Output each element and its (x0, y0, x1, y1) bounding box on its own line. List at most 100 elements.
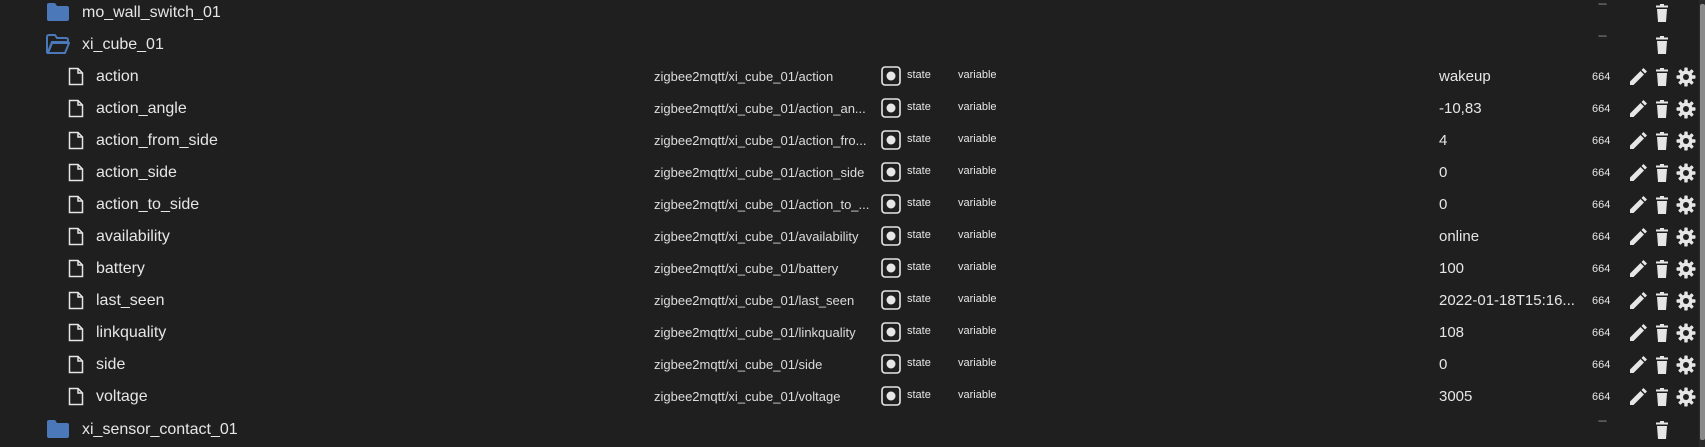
state-value[interactable]: online (1439, 228, 1579, 245)
state-row[interactable]: linkquality zigbee2mqtt/xi_cube_01/linkq… (0, 316, 1705, 348)
edit-icon[interactable] (1628, 387, 1648, 407)
gear-icon[interactable] (1676, 195, 1696, 215)
state-value[interactable]: 3005 (1439, 388, 1579, 405)
state-row[interactable]: action_angle zigbee2mqtt/xi_cube_01/acti… (0, 92, 1705, 124)
file-icon (68, 163, 84, 182)
gear-icon[interactable] (1676, 67, 1696, 87)
acl-text: --- (1598, 30, 1607, 42)
gear-icon[interactable] (1676, 99, 1696, 119)
state-type-label: state (907, 165, 931, 177)
state-value[interactable]: 0 (1439, 164, 1579, 181)
state-row[interactable]: last_seen zigbee2mqtt/xi_cube_01/last_se… (0, 284, 1705, 316)
state-row[interactable]: voltage zigbee2mqtt/xi_cube_01/voltage s… (0, 380, 1705, 412)
state-type-icon (881, 290, 901, 310)
folder-row-open[interactable]: xi_cube_01 --- (0, 28, 1705, 60)
state-id: zigbee2mqtt/xi_cube_01/voltage (654, 389, 841, 404)
state-name: voltage (96, 388, 148, 405)
state-row[interactable]: action_to_side zigbee2mqtt/xi_cube_01/ac… (0, 188, 1705, 220)
state-id: zigbee2mqtt/xi_cube_01/action_fro... (654, 133, 867, 148)
scrollbar-thumb[interactable] (1700, 4, 1705, 440)
delete-icon[interactable] (1652, 195, 1672, 215)
state-role: variable (958, 293, 997, 305)
delete-icon[interactable] (1652, 323, 1672, 343)
state-value[interactable]: -10,83 (1439, 100, 1579, 117)
file-icon (68, 195, 84, 214)
folder-row[interactable]: xi_sensor_contact_01 --- (0, 413, 1705, 445)
delete-icon[interactable] (1652, 387, 1672, 407)
delete-icon[interactable] (1652, 227, 1672, 247)
folder-open-icon (46, 34, 70, 54)
gear-icon[interactable] (1676, 355, 1696, 375)
state-name: last_seen (96, 292, 165, 309)
state-row[interactable]: battery zigbee2mqtt/xi_cube_01/battery s… (0, 252, 1705, 284)
state-value[interactable]: 0 (1439, 356, 1579, 373)
state-type-label: state (907, 101, 931, 113)
gear-icon[interactable] (1676, 163, 1696, 183)
state-name: action_from_side (96, 132, 218, 149)
delete-icon[interactable] (1652, 291, 1672, 311)
acl-text: 664 (1592, 167, 1611, 179)
state-name: action_side (96, 164, 177, 181)
edit-icon[interactable] (1628, 195, 1648, 215)
state-type-icon (881, 98, 901, 118)
state-id: zigbee2mqtt/xi_cube_01/action (654, 69, 834, 84)
delete-icon[interactable] (1652, 163, 1672, 183)
state-id: zigbee2mqtt/xi_cube_01/battery (654, 261, 839, 276)
acl-text: 664 (1592, 103, 1611, 115)
state-name: side (96, 356, 126, 373)
edit-icon[interactable] (1628, 291, 1648, 311)
state-type-icon (881, 354, 901, 374)
gear-icon[interactable] (1676, 259, 1696, 279)
state-value[interactable]: 4 (1439, 132, 1579, 149)
state-row[interactable]: action_from_side zigbee2mqtt/xi_cube_01/… (0, 124, 1705, 156)
folder-row[interactable]: mo_wall_switch_01 --- (0, 0, 1705, 28)
acl-text: 664 (1592, 135, 1611, 147)
edit-icon[interactable] (1628, 355, 1648, 375)
state-type-icon (881, 386, 901, 406)
state-id: zigbee2mqtt/xi_cube_01/side (654, 357, 823, 372)
acl-text: 664 (1592, 327, 1611, 339)
state-value[interactable]: 108 (1439, 324, 1579, 341)
delete-icon[interactable] (1652, 259, 1672, 279)
delete-icon[interactable] (1652, 67, 1672, 87)
state-type-label: state (907, 133, 931, 145)
delete-icon[interactable] (1652, 355, 1672, 375)
edit-icon[interactable] (1628, 323, 1648, 343)
acl-text: 664 (1592, 359, 1611, 371)
state-value[interactable]: wakeup (1439, 68, 1579, 85)
delete-icon[interactable] (1652, 99, 1672, 119)
state-role: variable (958, 261, 997, 273)
acl-text: 664 (1592, 199, 1611, 211)
gear-icon[interactable] (1676, 323, 1696, 343)
state-row[interactable]: side zigbee2mqtt/xi_cube_01/side state v… (0, 348, 1705, 380)
edit-icon[interactable] (1628, 259, 1648, 279)
state-id: zigbee2mqtt/xi_cube_01/availability (654, 229, 859, 244)
edit-icon[interactable] (1628, 163, 1648, 183)
edit-icon[interactable] (1628, 99, 1648, 119)
state-value[interactable]: 2022-01-18T15:16... (1439, 292, 1579, 309)
delete-icon[interactable] (1652, 35, 1672, 55)
file-icon (68, 355, 84, 374)
edit-icon[interactable] (1628, 227, 1648, 247)
edit-icon[interactable] (1628, 67, 1648, 87)
state-type-icon (881, 322, 901, 342)
edit-icon[interactable] (1628, 131, 1648, 151)
state-type-icon (881, 162, 901, 182)
state-row[interactable]: action_side zigbee2mqtt/xi_cube_01/actio… (0, 156, 1705, 188)
state-value[interactable]: 100 (1439, 260, 1579, 277)
state-role: variable (958, 197, 997, 209)
gear-icon[interactable] (1676, 131, 1696, 151)
gear-icon[interactable] (1676, 227, 1696, 247)
state-id: zigbee2mqtt/xi_cube_01/action_side (654, 165, 865, 180)
gear-icon[interactable] (1676, 291, 1696, 311)
state-row[interactable]: availability zigbee2mqtt/xi_cube_01/avai… (0, 220, 1705, 252)
state-row[interactable]: action zigbee2mqtt/xi_cube_01/action sta… (0, 60, 1705, 92)
delete-icon[interactable] (1652, 3, 1672, 23)
gear-icon[interactable] (1676, 387, 1696, 407)
file-icon (68, 99, 84, 118)
state-value[interactable]: 0 (1439, 196, 1579, 213)
state-role: variable (958, 133, 997, 145)
acl-text: 664 (1592, 71, 1611, 83)
delete-icon[interactable] (1652, 420, 1672, 440)
delete-icon[interactable] (1652, 131, 1672, 151)
